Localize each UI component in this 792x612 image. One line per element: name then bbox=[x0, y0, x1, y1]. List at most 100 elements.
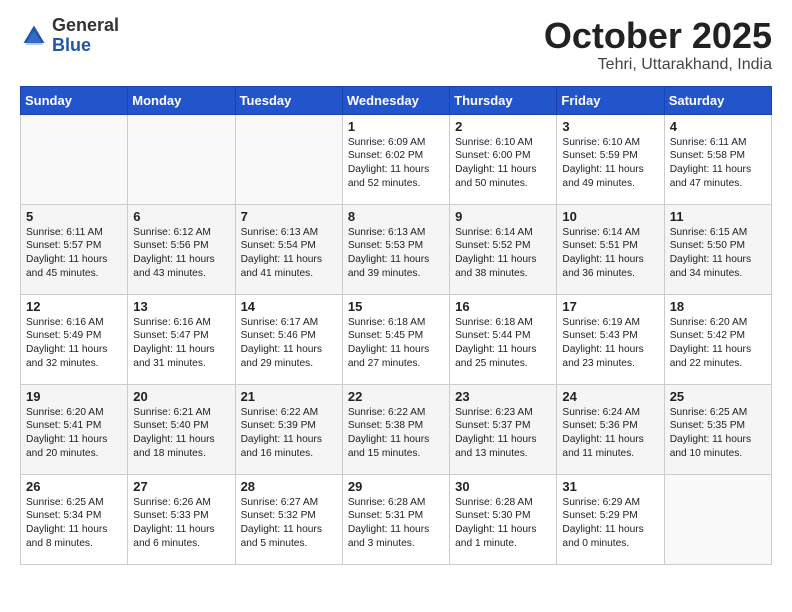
weekday-header-wednesday: Wednesday bbox=[342, 86, 449, 114]
day-info: Sunrise: 6:18 AM Sunset: 5:44 PM Dayligh… bbox=[455, 316, 551, 371]
day-info: Sunrise: 6:09 AM Sunset: 6:02 PM Dayligh… bbox=[348, 136, 444, 191]
day-info: Sunrise: 6:12 AM Sunset: 5:56 PM Dayligh… bbox=[133, 226, 229, 281]
calendar-week-5: 26Sunrise: 6:25 AM Sunset: 5:34 PM Dayli… bbox=[21, 474, 772, 564]
calendar-cell: 16 Sunrise: 6:18 AM Sunset: 5:44 PM Dayli… bbox=[450, 294, 557, 384]
calendar-cell: 22 Sunrise: 6:22 AM Sunset: 5:38 PM Dayli… bbox=[342, 384, 449, 474]
logo-general: General bbox=[52, 16, 119, 36]
calendar-cell: 17 Sunrise: 6:19 AM Sunset: 5:43 PM Dayli… bbox=[557, 294, 664, 384]
calendar-cell: 4 Sunrise: 6:11 AM Sunset: 5:58 PM Daylig… bbox=[664, 114, 771, 204]
weekday-header-row: SundayMondayTuesdayWednesdayThursdayFrid… bbox=[21, 86, 772, 114]
calendar-cell: 31 Sunrise: 6:29 AM Sunset: 5:29 PM Dayli… bbox=[557, 474, 664, 564]
location: Tehri, Uttarakhand, India bbox=[544, 56, 772, 74]
day-number: 2 bbox=[455, 119, 551, 134]
day-number: 12 bbox=[26, 299, 122, 314]
day-number: 27 bbox=[133, 479, 229, 494]
calendar-cell bbox=[128, 114, 235, 204]
calendar-cell: 30 Sunrise: 6:28 AM Sunset: 5:30 PM Dayli… bbox=[450, 474, 557, 564]
weekday-header-friday: Friday bbox=[557, 86, 664, 114]
calendar-cell: 13 Sunrise: 6:16 AM Sunset: 5:47 PM Dayli… bbox=[128, 294, 235, 384]
day-info: Sunrise: 6:21 AM Sunset: 5:40 PM Dayligh… bbox=[133, 406, 229, 461]
calendar-cell: 7 Sunrise: 6:13 AM Sunset: 5:54 PM Daylig… bbox=[235, 204, 342, 294]
day-info: Sunrise: 6:27 AM Sunset: 5:32 PM Dayligh… bbox=[241, 496, 337, 551]
day-number: 8 bbox=[348, 209, 444, 224]
day-number: 10 bbox=[562, 209, 658, 224]
day-number: 14 bbox=[241, 299, 337, 314]
day-number: 4 bbox=[670, 119, 766, 134]
day-number: 23 bbox=[455, 389, 551, 404]
calendar-cell: 2Sunrise: 6:10 AM Sunset: 6:00 PM Daylig… bbox=[450, 114, 557, 204]
calendar-cell: 21Sunrise: 6:22 AM Sunset: 5:39 PM Dayli… bbox=[235, 384, 342, 474]
day-number: 9 bbox=[455, 209, 551, 224]
day-number: 11 bbox=[670, 209, 766, 224]
calendar-week-2: 5 Sunrise: 6:11 AM Sunset: 5:57 PM Daylig… bbox=[21, 204, 772, 294]
day-info: Sunrise: 6:17 AM Sunset: 5:46 PM Dayligh… bbox=[241, 316, 337, 371]
month-title: October 2025 bbox=[544, 16, 772, 56]
calendar-table: SundayMondayTuesdayWednesdayThursdayFrid… bbox=[20, 86, 772, 565]
calendar-cell: 3 Sunrise: 6:10 AM Sunset: 5:59 PM Daylig… bbox=[557, 114, 664, 204]
weekday-header-monday: Monday bbox=[128, 86, 235, 114]
calendar-cell: 9 Sunrise: 6:14 AM Sunset: 5:52 PM Daylig… bbox=[450, 204, 557, 294]
day-info: Sunrise: 6:28 AM Sunset: 5:30 PM Dayligh… bbox=[455, 496, 551, 551]
day-number: 31 bbox=[562, 479, 658, 494]
day-info: Sunrise: 6:11 AM Sunset: 5:57 PM Dayligh… bbox=[26, 226, 122, 281]
day-number: 22 bbox=[348, 389, 444, 404]
day-info: Sunrise: 6:19 AM Sunset: 5:43 PM Dayligh… bbox=[562, 316, 658, 371]
day-number: 25 bbox=[670, 389, 766, 404]
day-number: 28 bbox=[241, 479, 337, 494]
day-number: 5 bbox=[26, 209, 122, 224]
day-info: Sunrise: 6:16 AM Sunset: 5:47 PM Dayligh… bbox=[133, 316, 229, 371]
day-number: 24 bbox=[562, 389, 658, 404]
day-info: Sunrise: 6:29 AM Sunset: 5:29 PM Dayligh… bbox=[562, 496, 658, 551]
day-info: Sunrise: 6:14 AM Sunset: 5:52 PM Dayligh… bbox=[455, 226, 551, 281]
calendar-cell: 1Sunrise: 6:09 AM Sunset: 6:02 PM Daylig… bbox=[342, 114, 449, 204]
calendar-cell: 26Sunrise: 6:25 AM Sunset: 5:34 PM Dayli… bbox=[21, 474, 128, 564]
day-number: 20 bbox=[133, 389, 229, 404]
calendar-cell: 10 Sunrise: 6:14 AM Sunset: 5:51 PM Dayli… bbox=[557, 204, 664, 294]
day-number: 29 bbox=[348, 479, 444, 494]
calendar-cell: 12 Sunrise: 6:16 AM Sunset: 5:49 PM Dayli… bbox=[21, 294, 128, 384]
day-info: Sunrise: 6:13 AM Sunset: 5:54 PM Dayligh… bbox=[241, 226, 337, 281]
logo-icon bbox=[20, 22, 48, 50]
logo: General Blue bbox=[20, 16, 119, 56]
weekday-header-saturday: Saturday bbox=[664, 86, 771, 114]
day-number: 19 bbox=[26, 389, 122, 404]
day-info: Sunrise: 6:14 AM Sunset: 5:51 PM Dayligh… bbox=[562, 226, 658, 281]
day-info: Sunrise: 6:26 AM Sunset: 5:33 PM Dayligh… bbox=[133, 496, 229, 551]
calendar-week-1: 1Sunrise: 6:09 AM Sunset: 6:02 PM Daylig… bbox=[21, 114, 772, 204]
calendar-cell: 27 Sunrise: 6:26 AM Sunset: 5:33 PM Dayli… bbox=[128, 474, 235, 564]
calendar-cell: 15Sunrise: 6:18 AM Sunset: 5:45 PM Dayli… bbox=[342, 294, 449, 384]
logo-blue: Blue bbox=[52, 36, 119, 56]
weekday-header-tuesday: Tuesday bbox=[235, 86, 342, 114]
day-info: Sunrise: 6:15 AM Sunset: 5:50 PM Dayligh… bbox=[670, 226, 766, 281]
day-info: Sunrise: 6:13 AM Sunset: 5:53 PM Dayligh… bbox=[348, 226, 444, 281]
calendar-week-3: 12 Sunrise: 6:16 AM Sunset: 5:49 PM Dayli… bbox=[21, 294, 772, 384]
day-number: 13 bbox=[133, 299, 229, 314]
calendar-cell: 19 Sunrise: 6:20 AM Sunset: 5:41 PM Dayli… bbox=[21, 384, 128, 474]
calendar-cell: 24Sunrise: 6:24 AM Sunset: 5:36 PM Dayli… bbox=[557, 384, 664, 474]
day-info: Sunrise: 6:23 AM Sunset: 5:37 PM Dayligh… bbox=[455, 406, 551, 461]
day-number: 6 bbox=[133, 209, 229, 224]
day-info: Sunrise: 6:22 AM Sunset: 5:39 PM Dayligh… bbox=[241, 406, 337, 461]
day-info: Sunrise: 6:10 AM Sunset: 5:59 PM Dayligh… bbox=[562, 136, 658, 191]
day-number: 7 bbox=[241, 209, 337, 224]
day-number: 26 bbox=[26, 479, 122, 494]
calendar-cell bbox=[664, 474, 771, 564]
day-info: Sunrise: 6:16 AM Sunset: 5:49 PM Dayligh… bbox=[26, 316, 122, 371]
day-number: 3 bbox=[562, 119, 658, 134]
calendar-cell: 5 Sunrise: 6:11 AM Sunset: 5:57 PM Daylig… bbox=[21, 204, 128, 294]
calendar-week-4: 19 Sunrise: 6:20 AM Sunset: 5:41 PM Dayli… bbox=[21, 384, 772, 474]
day-number: 17 bbox=[562, 299, 658, 314]
day-number: 30 bbox=[455, 479, 551, 494]
day-info: Sunrise: 6:25 AM Sunset: 5:35 PM Dayligh… bbox=[670, 406, 766, 461]
calendar-cell: 14 Sunrise: 6:17 AM Sunset: 5:46 PM Dayli… bbox=[235, 294, 342, 384]
calendar-cell: 25 Sunrise: 6:25 AM Sunset: 5:35 PM Dayli… bbox=[664, 384, 771, 474]
day-number: 16 bbox=[455, 299, 551, 314]
day-info: Sunrise: 6:11 AM Sunset: 5:58 PM Dayligh… bbox=[670, 136, 766, 191]
calendar-cell bbox=[21, 114, 128, 204]
day-info: Sunrise: 6:28 AM Sunset: 5:31 PM Dayligh… bbox=[348, 496, 444, 551]
day-info: Sunrise: 6:20 AM Sunset: 5:41 PM Dayligh… bbox=[26, 406, 122, 461]
calendar-cell: 28 Sunrise: 6:27 AM Sunset: 5:32 PM Dayli… bbox=[235, 474, 342, 564]
day-info: Sunrise: 6:22 AM Sunset: 5:38 PM Dayligh… bbox=[348, 406, 444, 461]
title-block: October 2025 Tehri, Uttarakhand, India bbox=[544, 16, 772, 74]
weekday-header-sunday: Sunday bbox=[21, 86, 128, 114]
